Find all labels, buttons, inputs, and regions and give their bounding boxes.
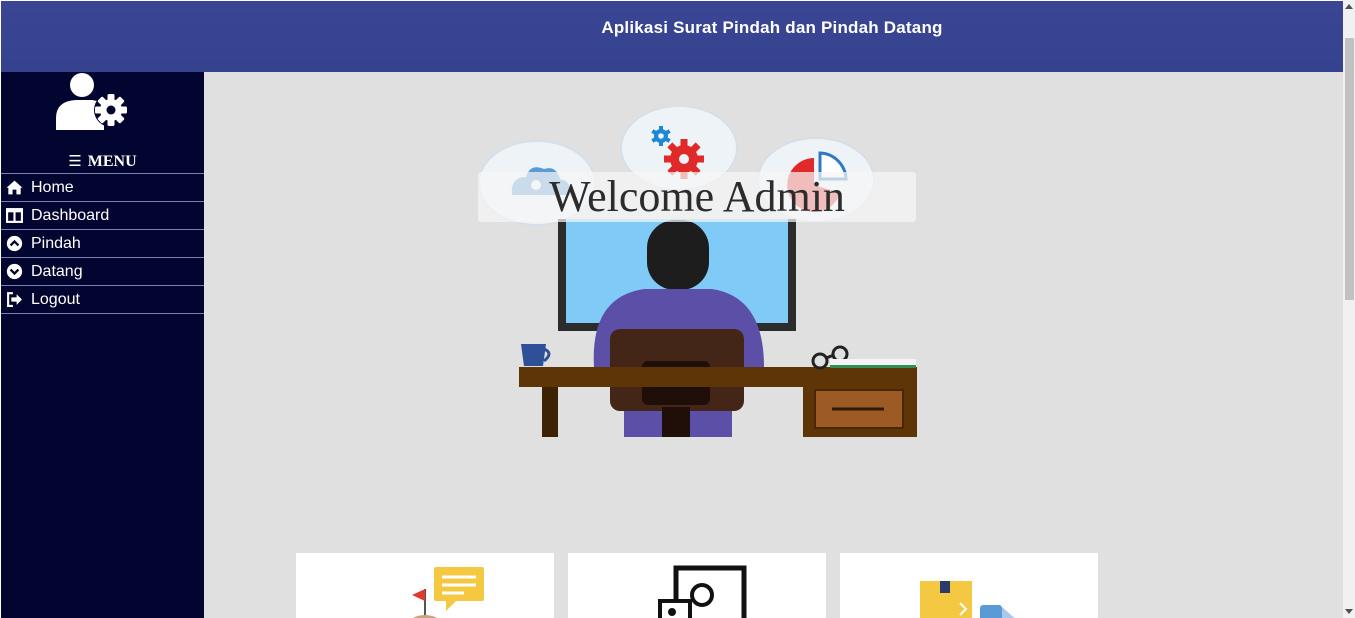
app-title: Aplikasi Surat Pindah dan Pindah Datang <box>601 18 943 37</box>
chevron-circle-down-icon <box>6 263 23 280</box>
id-card-icon <box>658 565 747 618</box>
sidebar-item-home[interactable]: Home <box>1 174 204 202</box>
chevron-circle-up-icon <box>6 235 23 252</box>
admin-working-illustration <box>478 107 917 437</box>
home-icon <box>6 180 23 195</box>
scroll-up-arrow-icon[interactable] <box>1345 4 1353 9</box>
user-admin-icon <box>56 73 128 130</box>
sidebar-item-label: Home <box>31 178 74 196</box>
main-content: Welcome Admin <box>204 72 1343 618</box>
bars-icon: ☰ <box>68 152 82 170</box>
welcome-heading: Welcome Admin <box>549 172 845 221</box>
feature-card-messages[interactable] <box>296 553 554 618</box>
scroll-down-arrow-icon[interactable] <box>1345 609 1353 614</box>
sidebar-item-label: Dashboard <box>31 206 110 224</box>
scroll-thumb[interactable] <box>1345 38 1354 300</box>
vertical-scrollbar[interactable] <box>1343 0 1355 618</box>
sidebar-item-datang[interactable]: Datang <box>1 258 204 286</box>
sidebar-item-pindah[interactable]: Pindah <box>1 230 204 258</box>
sidebar-item-logout[interactable]: Logout <box>1 286 204 314</box>
top-header: Aplikasi Surat Pindah dan Pindah Datang <box>1 1 1343 72</box>
sidebar-nav: Home Dashboard Pindah Datang Logout <box>1 173 204 314</box>
moving-boxes-icon <box>920 581 1015 618</box>
sign-out-icon <box>7 292 22 307</box>
sidebar-item-label: Datang <box>31 262 83 280</box>
sidebar-item-dashboard[interactable]: Dashboard <box>1 202 204 230</box>
sidebar-item-label: Pindah <box>31 234 81 252</box>
menu-label: MENU <box>87 153 137 170</box>
columns-icon <box>6 208 23 223</box>
sidebar: ☰ MENU Home Dashboard Pindah Datang Logo… <box>1 72 204 618</box>
chat-flag-icon <box>412 567 484 618</box>
feature-card-moving[interactable] <box>840 553 1098 618</box>
sidebar-item-label: Logout <box>31 290 80 308</box>
feature-card-document[interactable] <box>568 553 826 618</box>
menu-heading: ☰ MENU <box>1 152 204 171</box>
